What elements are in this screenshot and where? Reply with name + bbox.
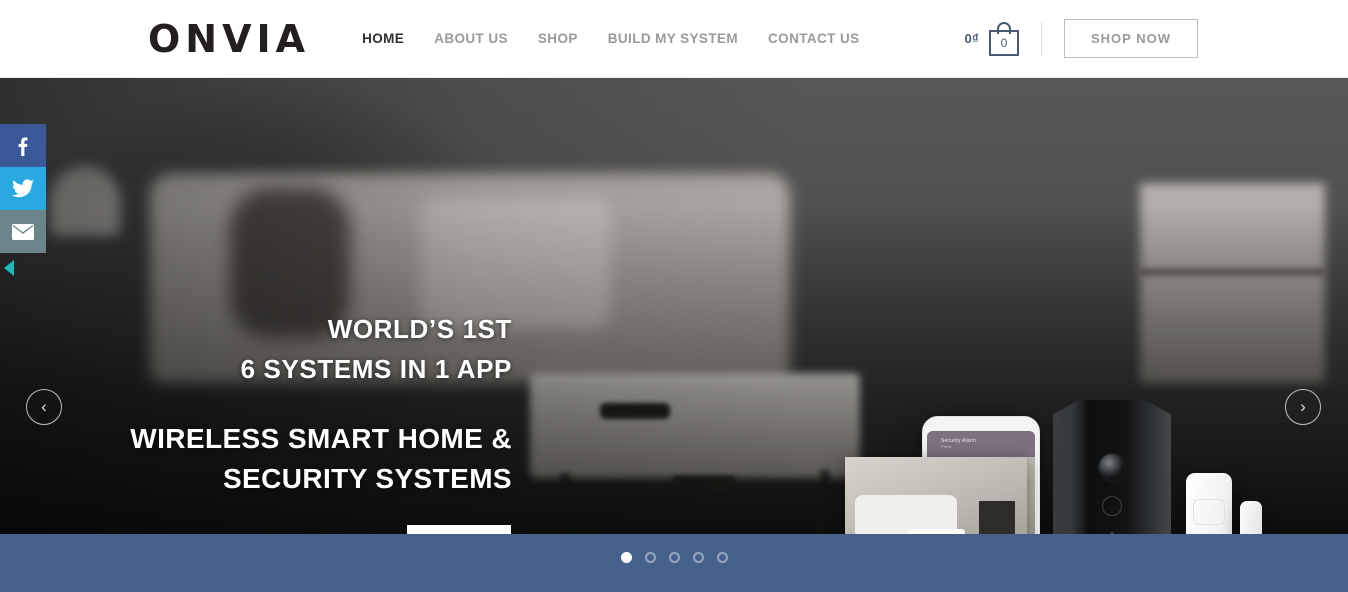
chevron-left-icon[interactable]: ‹ xyxy=(26,389,62,425)
facebook-icon xyxy=(18,136,28,156)
shop-now-button[interactable]: SHOP NOW xyxy=(1064,19,1198,58)
nav-item-shop[interactable]: SHOP xyxy=(538,31,578,46)
nav-item-about-us[interactable]: ABOUT US xyxy=(434,31,508,46)
collapse-arrow-triangle xyxy=(4,260,14,276)
hero-headline-line2: 6 SYSTEMS IN 1 APP xyxy=(240,353,512,384)
collapse-arrow-icon[interactable] xyxy=(0,253,46,283)
shopping-bag-icon[interactable]: 0 xyxy=(989,21,1019,56)
carousel-dot-5[interactable] xyxy=(716,552,728,563)
hero-copy: WORLD’S 1ST 6 SYSTEMS IN 1 APP WIRELESS … xyxy=(0,310,512,567)
carousel-dot-1[interactable] xyxy=(620,552,632,563)
main-navigation: HOME ABOUT US SHOP BUILD MY SYSTEM CONTA… xyxy=(362,31,859,46)
header-divider xyxy=(1041,21,1042,56)
social-share-rail xyxy=(0,124,46,283)
nav-item-contact-us[interactable]: CONTACT US xyxy=(768,31,860,46)
email-icon xyxy=(12,223,34,240)
carousel-dot-3[interactable] xyxy=(668,552,680,563)
phone-app-subtitle: Front xyxy=(941,444,952,449)
chevron-right-icon[interactable]: › xyxy=(1285,389,1321,425)
hub-power-button xyxy=(1102,496,1122,516)
hero-subhead-line1: WIRELESS SMART HOME & xyxy=(130,423,512,455)
door-sensor-pad xyxy=(1193,499,1225,525)
cart-count: 0 xyxy=(989,29,1019,56)
hero-bottom-bar xyxy=(0,534,1348,592)
email-share-button[interactable] xyxy=(0,210,46,253)
phone-app-header: Security Alarm Front xyxy=(927,431,1035,457)
nav-item-build-my-system[interactable]: BUILD MY SYSTEM xyxy=(608,31,738,46)
cart-amount: 0₫ xyxy=(964,31,979,46)
nav-item-home[interactable]: HOME xyxy=(362,31,404,46)
hero-carousel: WORLD’S 1ST 6 SYSTEMS IN 1 APP WIRELESS … xyxy=(0,78,1348,592)
carousel-dot-2[interactable] xyxy=(644,552,656,563)
hub-camera-lens xyxy=(1099,454,1125,480)
carousel-pagination xyxy=(0,552,1348,563)
facebook-share-button[interactable] xyxy=(0,124,46,167)
hero-subhead-line2: SECURITY SYSTEMS xyxy=(222,462,512,494)
site-logo[interactable]: ONVIA xyxy=(148,20,310,58)
header-actions: 0₫ 0 SHOP NOW xyxy=(964,19,1198,58)
carousel-dot-4[interactable] xyxy=(692,552,704,563)
twitter-share-button[interactable] xyxy=(0,167,46,210)
page-root: ONVIA HOME ABOUT US SHOP BUILD MY SYSTEM… xyxy=(0,0,1348,592)
hero-headline-line1: WORLD’S 1ST xyxy=(327,314,512,344)
site-header: ONVIA HOME ABOUT US SHOP BUILD MY SYSTEM… xyxy=(0,0,1348,78)
twitter-icon xyxy=(12,179,34,198)
